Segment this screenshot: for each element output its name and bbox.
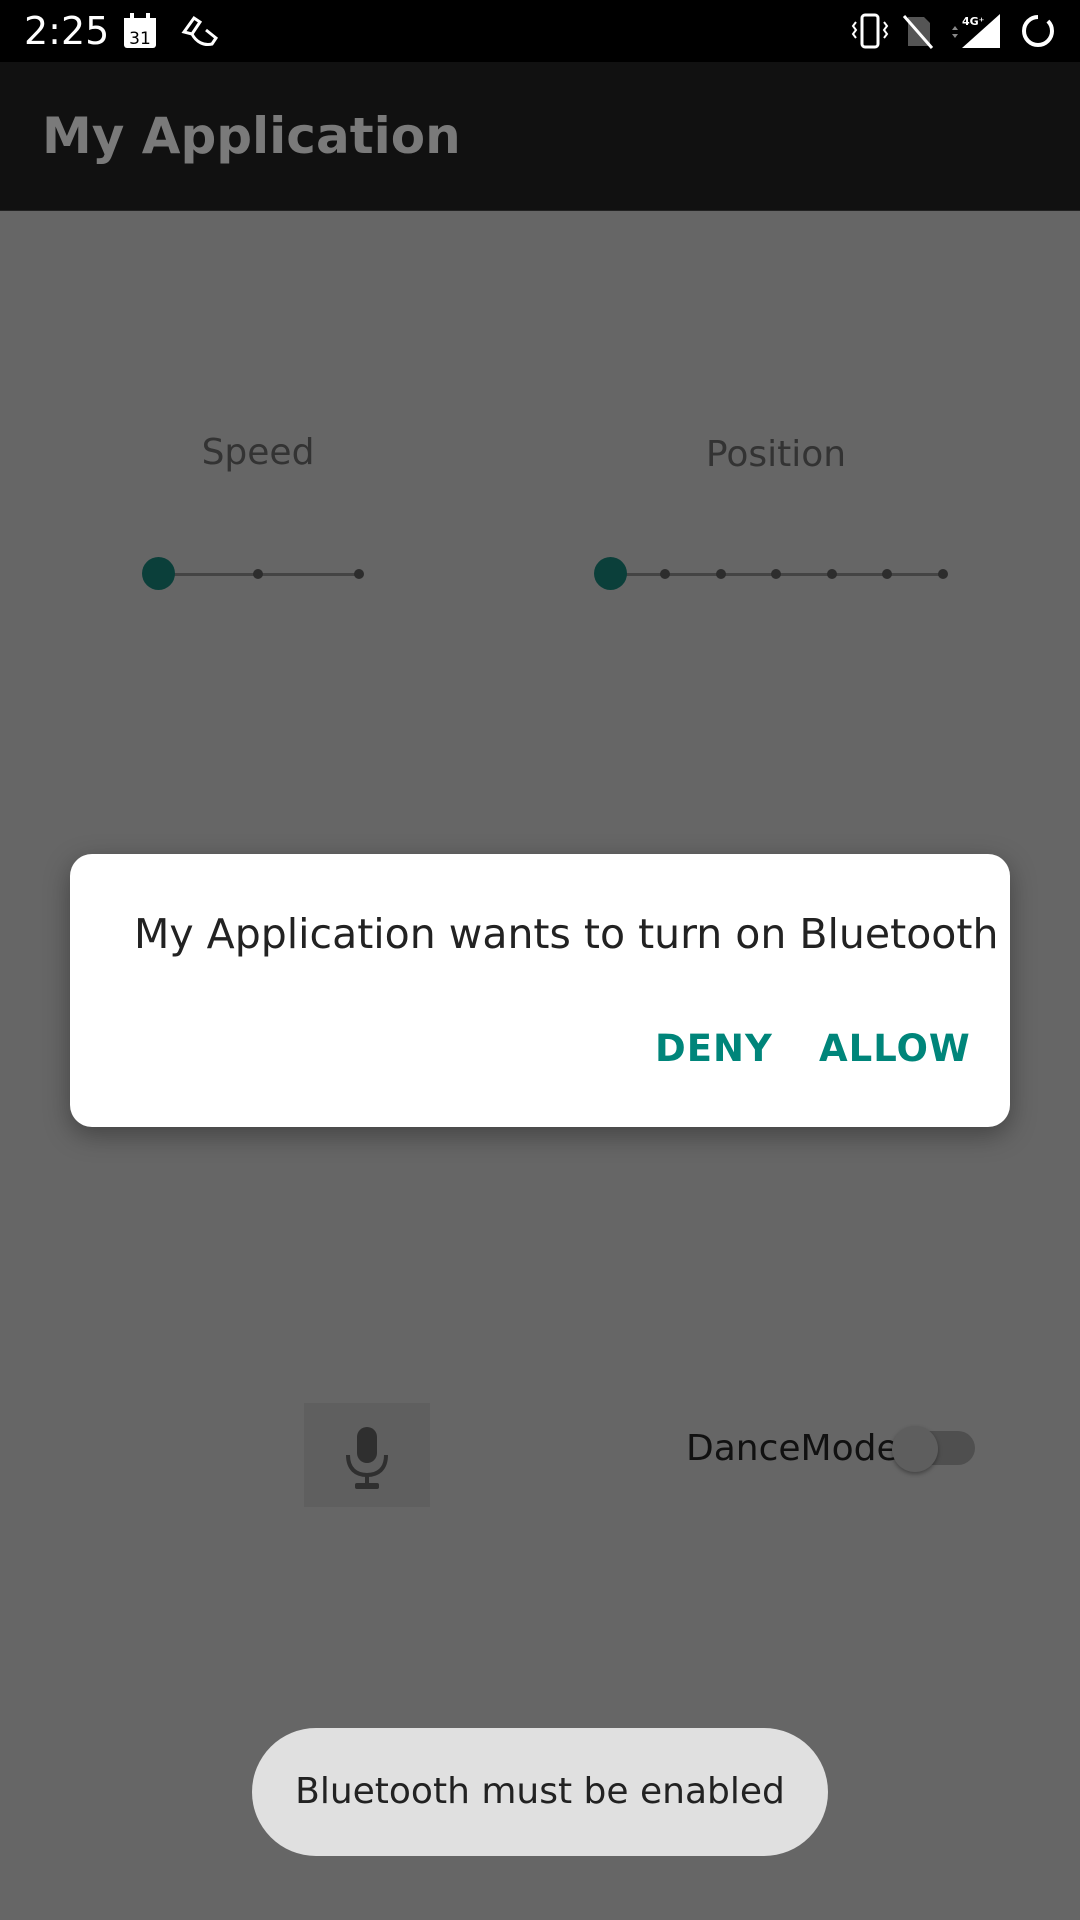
position-slider-tick xyxy=(716,569,726,579)
bluetooth-permission-dialog: My Application wants to turn on Bluetoot… xyxy=(70,854,1010,1127)
position-label: Position xyxy=(705,434,847,475)
speed-slider-tick xyxy=(253,569,263,579)
position-slider-tick xyxy=(882,569,892,579)
allow-button[interactable]: ALLOW xyxy=(819,1026,971,1072)
dance-mode-switch-thumb[interactable] xyxy=(892,1426,938,1472)
no-sim-icon xyxy=(902,15,934,49)
calendar-day-text: 31 xyxy=(129,29,151,49)
dialog-message: My Application wants to turn on Bluetoot… xyxy=(134,910,999,958)
position-slider-tick xyxy=(827,569,837,579)
position-slider-tick xyxy=(938,569,948,579)
status-time: 2:25 xyxy=(24,9,110,53)
toast-message: Bluetooth must be enabled xyxy=(295,1771,785,1812)
battery-icon xyxy=(1022,14,1054,47)
network-type-text: 4G⁺ xyxy=(962,15,985,28)
speed-slider-tick xyxy=(354,569,364,579)
calendar-icon: 31 xyxy=(124,13,156,49)
position-slider-tick xyxy=(771,569,781,579)
status-bar: 2:25 31 4G⁺ xyxy=(0,0,1080,62)
signal-4g-icon: 4G⁺ xyxy=(952,14,1000,48)
gesture-icon xyxy=(181,15,219,46)
microphone-button[interactable] xyxy=(304,1403,430,1507)
position-slider-thumb[interactable] xyxy=(594,557,627,590)
app-bar: My Application xyxy=(0,62,1080,211)
microphone-icon xyxy=(346,1427,388,1489)
vibrate-icon xyxy=(851,13,889,49)
dance-mode-label: DanceMode xyxy=(686,1428,899,1469)
position-slider[interactable] xyxy=(592,554,952,594)
deny-button[interactable]: DENY xyxy=(655,1026,773,1072)
speed-label: Speed xyxy=(201,432,315,473)
app-title: My Application xyxy=(42,107,461,165)
toast: Bluetooth must be enabled xyxy=(252,1728,828,1856)
speed-slider[interactable] xyxy=(140,554,370,594)
speed-slider-thumb[interactable] xyxy=(142,557,175,590)
position-slider-tick xyxy=(660,569,670,579)
